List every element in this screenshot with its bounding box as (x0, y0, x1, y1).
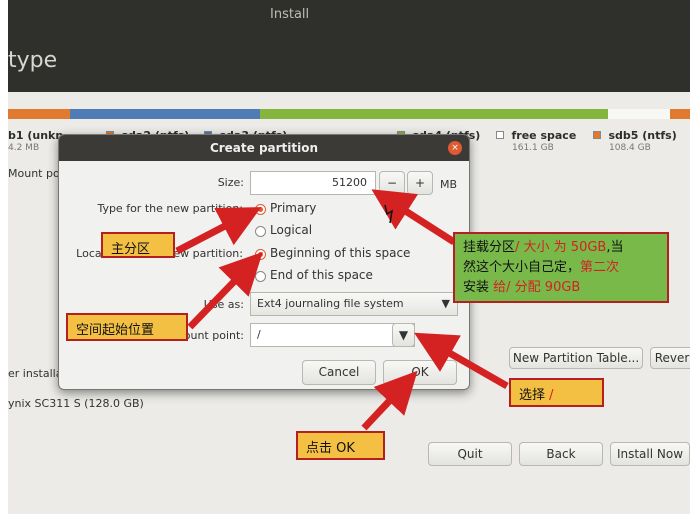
legend-sdb1-name: b1 (unkn (8, 129, 64, 142)
mount-size-text-6: 安装 (463, 280, 490, 295)
size-label: Size: (217, 176, 244, 189)
end-space-radio-icon[interactable] (255, 271, 266, 282)
mount-point-input[interactable]: / (250, 323, 415, 347)
new-partition-table-button[interactable]: New Partition Table... (509, 347, 643, 369)
click-ok-annotation: 点击 OK (296, 431, 385, 460)
legend-sdb1-size: 4.2 MB (8, 143, 40, 153)
install-now-button[interactable]: Install Now (610, 442, 690, 466)
beginning-space-radio-icon[interactable] (255, 249, 266, 260)
partition-bar-sdb5 (670, 109, 690, 119)
revert-button[interactable]: Rever (650, 347, 690, 369)
beginning-space-radio-label[interactable]: Beginning of this space (270, 246, 410, 260)
size-unit: MB (440, 178, 458, 191)
legend-free-space: free space 161.1 GB (496, 129, 577, 153)
use-as-select[interactable]: Ext4 journaling file system ▼ (250, 292, 458, 316)
device-selector-value[interactable]: ynix SC311 S (128.0 GB) (8, 397, 144, 410)
legend-sdb5-size: 108.4 GB (609, 143, 651, 153)
chevron-down-icon: ▼ (441, 297, 450, 310)
legend-sdb5: sdb5 (ntfs) 108.4 GB (593, 129, 677, 153)
size-input[interactable]: 51200 (250, 171, 376, 195)
partition-bar-sda3 (70, 109, 260, 119)
mount-size-text-4: 然这个大小自己定， (463, 260, 581, 275)
back-button[interactable]: Back (519, 442, 603, 466)
mount-size-text-1: 挂载分区 (463, 240, 516, 255)
partition-bar-sdb1 (8, 109, 70, 119)
mount-size-text-5: 第二次 (580, 260, 620, 275)
use-as-label: Use as: (203, 298, 244, 311)
window-title-bar: Install type (8, 0, 690, 92)
ok-button[interactable]: OK (383, 360, 457, 385)
page-title: type (8, 48, 58, 73)
primary-annotation: 主分区 (101, 232, 175, 258)
background-mount-point-label: Mount po (8, 167, 60, 180)
create-partition-dialog: Create partition × Size: 51200 − + MB Ty… (58, 134, 470, 390)
window-title: Install (270, 7, 310, 22)
primary-radio-icon[interactable] (255, 204, 266, 215)
end-space-radio-label[interactable]: End of this space (270, 268, 373, 282)
size-increase-button[interactable]: + (407, 171, 433, 195)
dialog-title: Create partition (59, 135, 469, 161)
mount-size-text-2: / 大小 为 50GB (515, 240, 607, 255)
legend-free-space-name: free space (511, 129, 577, 142)
mount-size-text-7: 给/ 分配 90GB (493, 280, 581, 295)
legend-free-space-size: 161.1 GB (512, 143, 554, 153)
space-start-annotation: 空间起始位置 (66, 313, 188, 341)
partition-type-label: Type for the new partition: (97, 202, 243, 215)
size-decrease-button[interactable]: − (379, 171, 405, 195)
logical-radio-icon[interactable] (255, 226, 266, 237)
legend-sdb5-swatch-icon (593, 131, 601, 139)
mount-size-annotation: 挂载分区/ 大小 为 50GB,当 然这个大小自己定，第二次 安装 给/ 分配 … (453, 232, 669, 303)
legend-sdb5-name: sdb5 (ntfs) (608, 129, 677, 142)
use-as-select-value: Ext4 journaling file system (257, 297, 404, 310)
legend-sdb1: b1 (unkn 4.2 MB (8, 129, 64, 153)
primary-radio-label[interactable]: Primary (270, 201, 316, 215)
select-annotation-text: 选择 (519, 388, 546, 403)
partition-bar-sda4 (260, 109, 608, 119)
cancel-button[interactable]: Cancel (302, 360, 376, 385)
mount-size-text-3: ,当 (606, 240, 624, 255)
logical-radio-label[interactable]: Logical (270, 223, 312, 237)
quit-button[interactable]: Quit (428, 442, 512, 466)
select-annotation: 选择 / (509, 378, 604, 407)
partition-bar-free-space (608, 109, 670, 119)
mount-point-dropdown-icon[interactable]: ▼ (392, 323, 415, 347)
select-annotation-value: / (549, 388, 554, 403)
close-icon[interactable]: × (448, 141, 462, 155)
legend-free-space-swatch-icon (496, 131, 504, 139)
background-installer-text: er installa (8, 367, 63, 380)
